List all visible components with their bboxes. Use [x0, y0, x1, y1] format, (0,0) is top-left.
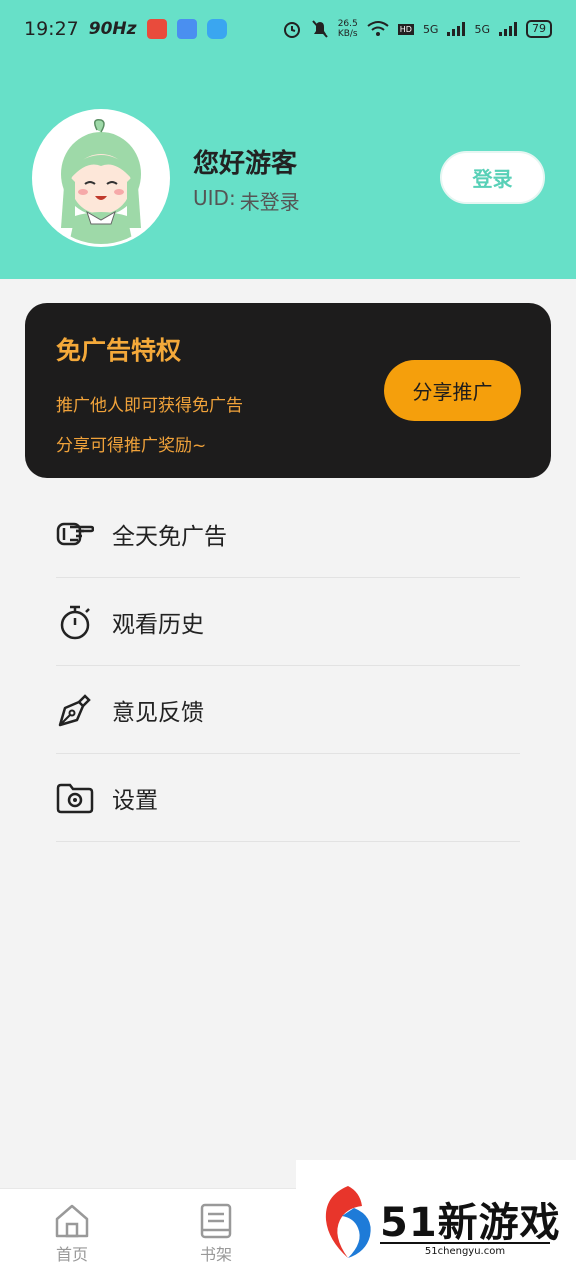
bookshelf-icon	[200, 1203, 232, 1239]
promo-description-1: 推广他人即可获得免广告	[56, 396, 243, 416]
avatar-illustration	[35, 112, 167, 244]
battery-indicator: 79	[526, 20, 552, 38]
share-promote-button[interactable]: 分享推广	[384, 360, 521, 421]
hd-icon: HD	[397, 23, 414, 35]
pen-nib-icon	[56, 691, 94, 729]
uid-value: 未登录	[239, 190, 300, 214]
menu-item-label: 设置	[112, 787, 158, 814]
menu-item-settings[interactable]: 设置	[56, 754, 520, 842]
tab-home[interactable]: 首页	[27, 1203, 117, 1265]
promo-description-2: 分享可得推广奖励~	[56, 436, 207, 456]
folder-gear-icon	[56, 779, 94, 817]
uid-row: UID: 未登录	[193, 186, 300, 215]
pointing-hand-icon	[56, 515, 94, 553]
login-button[interactable]: 登录	[440, 151, 545, 204]
menu-item-label: 全天免广告	[112, 523, 227, 550]
signal-icon	[447, 22, 466, 36]
settings-menu: 全天免广告 观看历史 意见反馈 设置	[56, 490, 520, 842]
watermark-logo-icon	[325, 1186, 371, 1258]
menu-item-label: 意见反馈	[112, 699, 204, 726]
site-watermark: 51新游戏 51chengyu.com	[296, 1160, 576, 1280]
signal-icon	[499, 22, 517, 36]
signal-1-label: 5G	[422, 22, 439, 36]
menu-item-watch-history[interactable]: 观看历史	[56, 578, 520, 666]
refresh-rate: 90Hz	[88, 19, 137, 39]
promo-title: 免广告特权	[56, 336, 182, 365]
signal-2-label: 5G	[474, 22, 490, 36]
avatar[interactable]	[32, 109, 170, 247]
tab-bookshelf[interactable]: 书架	[171, 1203, 261, 1265]
status-time: 19:27	[24, 18, 79, 40]
notification-app-icon	[146, 19, 167, 39]
menu-item-ad-free[interactable]: 全天免广告	[56, 490, 520, 578]
watermark-site: 51chengyu.com	[380, 1242, 550, 1257]
tab-label: 书架	[199, 1245, 232, 1264]
download-icon	[176, 19, 197, 39]
shield-icon	[206, 19, 227, 39]
uid-label: UID:	[193, 186, 236, 210]
wifi-icon	[367, 21, 389, 36]
watermark-brand: 51新游戏	[380, 1200, 561, 1246]
status-bar: 19:27 90Hz 26.5 KB/s HD 5G 5G 79	[0, 0, 576, 58]
tab-label: 首页	[55, 1245, 88, 1264]
ad-free-promo-card: 免广告特权 推广他人即可获得免广告 分享可得推广奖励~ 分享推广	[25, 303, 551, 478]
menu-item-label: 观看历史	[112, 611, 204, 638]
greeting-text: 您好游客	[193, 149, 298, 179]
alarm-icon	[283, 22, 300, 38]
bell-off-icon	[311, 20, 328, 38]
home-icon	[55, 1204, 89, 1238]
stopwatch-icon	[56, 603, 94, 641]
network-speed: 26.5 KB/s	[337, 19, 358, 39]
profile-header: 19:27 90Hz 26.5 KB/s HD 5G 5G 79 您好游客 UI…	[0, 0, 576, 279]
menu-item-feedback[interactable]: 意见反馈	[56, 666, 520, 754]
